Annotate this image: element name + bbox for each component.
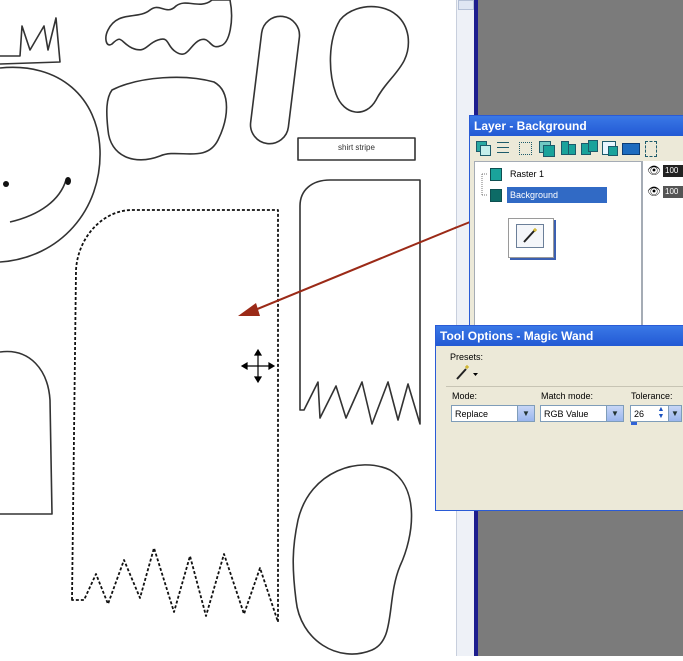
new-layer-icon[interactable] bbox=[474, 139, 492, 157]
layer-row-background[interactable]: Background bbox=[475, 187, 641, 203]
bean-shape-bottom bbox=[292, 464, 413, 655]
scrollbar-thumb[interactable] bbox=[458, 0, 474, 10]
move-cursor-icon bbox=[240, 348, 276, 384]
match-mode-label: Match mode: bbox=[541, 391, 594, 401]
dropdown-arrow-icon bbox=[473, 373, 478, 376]
bean-shape-top bbox=[106, 76, 228, 161]
match-mode-select[interactable]: RGB Value ▼ bbox=[540, 405, 624, 422]
stick-shape bbox=[249, 15, 301, 145]
mode-value: Replace bbox=[455, 409, 489, 419]
hair-shape bbox=[105, 0, 233, 55]
tolerance-field[interactable]: 26 ▲ ▼ ▼ bbox=[630, 405, 682, 422]
presets-button[interactable] bbox=[454, 364, 480, 382]
face-shape bbox=[0, 66, 101, 263]
magic-wand-button[interactable] bbox=[516, 224, 544, 248]
separator bbox=[446, 386, 683, 387]
eye-icon[interactable]: 👁 bbox=[647, 185, 661, 198]
layer-properties-icon[interactable] bbox=[495, 139, 513, 157]
delete-layer-icon[interactable] bbox=[516, 139, 534, 157]
pattern-drawing bbox=[0, 0, 529, 655]
layer-palette-title[interactable]: Layer - Background bbox=[470, 116, 683, 136]
spinner-icon[interactable]: ▲ ▼ bbox=[655, 406, 667, 421]
magic-wand-icon bbox=[456, 365, 478, 380]
chevron-down-icon[interactable]: ▼ bbox=[517, 406, 534, 421]
chevron-down-icon[interactable]: ▼ bbox=[606, 406, 623, 421]
merge-layer-icon[interactable] bbox=[558, 139, 576, 157]
layer-properties-column: 👁 100 👁 100 bbox=[642, 161, 683, 331]
selected-shirt bbox=[71, 209, 279, 623]
chevron-down-icon[interactable]: ▼ bbox=[668, 406, 681, 421]
arch-shape-left bbox=[0, 350, 53, 515]
layer-opacity[interactable]: 100 bbox=[663, 186, 683, 198]
duplicate-layer-icon[interactable] bbox=[537, 139, 555, 157]
presets-label: Presets: bbox=[450, 352, 484, 362]
bean-shape-right bbox=[329, 5, 410, 113]
png-layer-icon[interactable] bbox=[621, 139, 640, 157]
layer-more-icon[interactable] bbox=[642, 139, 660, 157]
tool-options-title[interactable]: Tool Options - Magic Wand bbox=[436, 326, 683, 346]
layer-list: Raster 1 Background bbox=[474, 161, 642, 333]
mode-label: Mode: bbox=[452, 391, 478, 401]
tolerance-label: Tolerance: bbox=[631, 391, 673, 401]
layer-group-icon[interactable] bbox=[579, 139, 598, 157]
mode-select[interactable]: Replace ▼ bbox=[451, 405, 535, 422]
layer-icon bbox=[490, 168, 502, 181]
image-canvas[interactable]: shirt stripe bbox=[0, 0, 529, 656]
tool-options-palette: Tool Options - Magic Wand Presets: Mode:… bbox=[435, 325, 683, 511]
tolerance-value: 26 bbox=[634, 409, 645, 419]
layer-icon bbox=[490, 189, 502, 202]
match-mode-value: RGB Value bbox=[544, 409, 589, 419]
shirt-stripe-label: shirt stripe bbox=[338, 143, 375, 152]
layer-toolbar bbox=[474, 139, 660, 159]
shirt-right bbox=[299, 179, 421, 425]
magic-wand-icon bbox=[523, 228, 537, 243]
layer-opacity[interactable]: 100 bbox=[663, 165, 683, 177]
layer-palette: Layer - Background Raster 1 Background 👁… bbox=[469, 115, 683, 333]
crown-shape bbox=[0, 17, 61, 65]
eye-icon[interactable]: 👁 bbox=[647, 164, 661, 177]
pointer-arrow bbox=[238, 197, 529, 316]
layer-row-raster-1[interactable]: Raster 1 bbox=[475, 166, 641, 182]
layer-name: Raster 1 bbox=[510, 169, 545, 179]
tolerance-slider[interactable] bbox=[631, 422, 637, 425]
layer-name: Background bbox=[507, 187, 607, 203]
magic-wand-callout bbox=[508, 218, 554, 258]
mask-layer-icon[interactable] bbox=[600, 139, 618, 157]
